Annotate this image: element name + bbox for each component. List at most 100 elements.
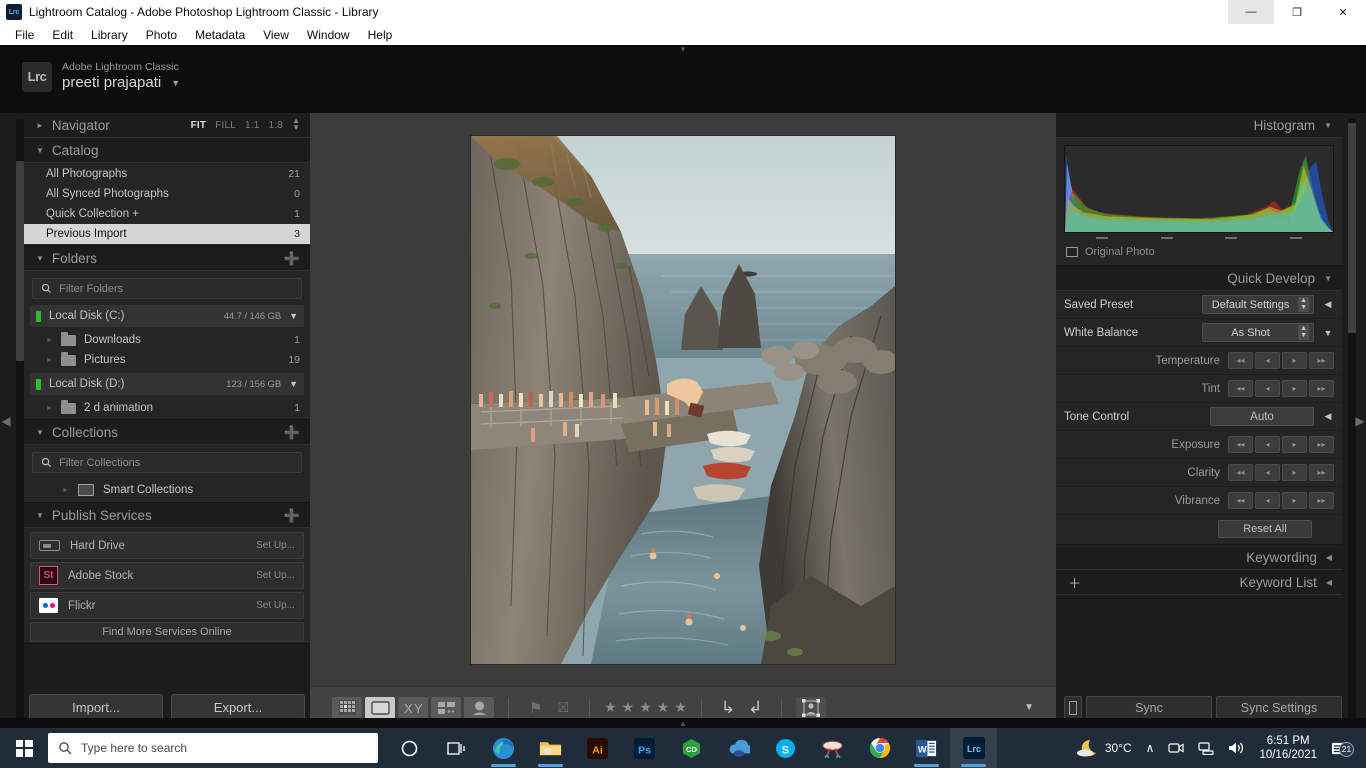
add-keyword-icon[interactable]: ＋ xyxy=(1056,573,1081,592)
keyword-list-header[interactable]: ＋ Keyword List ◀ xyxy=(1056,570,1342,595)
expand-triangle-icon[interactable]: ► xyxy=(46,357,53,364)
collapse-triangle-icon[interactable]: ▼ xyxy=(36,254,44,263)
notification-center-button[interactable]: 21 xyxy=(1325,741,1358,756)
compare-view-icon[interactable]: XY xyxy=(398,697,428,719)
folder-downloads[interactable]: ► Downloads 1 xyxy=(24,330,310,350)
rotate-right-icon[interactable]: ↳ xyxy=(716,698,740,718)
menu-photo[interactable]: Photo xyxy=(137,26,186,44)
expand-triangle-icon[interactable]: ► xyxy=(46,337,53,344)
edge-icon[interactable] xyxy=(480,728,527,768)
loupe-view-icon[interactable] xyxy=(365,697,395,719)
star-3[interactable]: ★ xyxy=(639,699,652,716)
zoom-fill[interactable]: FILL xyxy=(215,120,236,131)
checkbox-icon[interactable] xyxy=(1066,247,1078,257)
network-icon[interactable] xyxy=(1191,741,1221,755)
set-up-link[interactable]: Set Up... xyxy=(256,540,295,551)
sync-button[interactable]: Sync xyxy=(1086,696,1212,720)
flag-pick-icon[interactable]: ⚑ xyxy=(523,699,548,717)
catalog-item-quick-collection[interactable]: Quick Collection + 1 xyxy=(24,204,310,224)
vibrance-increase-large[interactable]: ▸▸ xyxy=(1309,492,1334,509)
cd-icon[interactable]: CD xyxy=(668,728,715,768)
exposure-decrease-large[interactable]: ◂◂ xyxy=(1228,436,1253,453)
loupe-photo[interactable] xyxy=(471,136,895,664)
menu-library[interactable]: Library xyxy=(82,26,137,44)
auto-sync-toggle[interactable] xyxy=(1064,696,1082,720)
white-balance-select[interactable]: As Shot ▲▼ xyxy=(1202,323,1314,342)
catalog-header[interactable]: ▼ Catalog xyxy=(24,138,310,163)
auto-tone-button[interactable]: Auto xyxy=(1210,407,1314,426)
folders-header[interactable]: ▼ Folders ➕ xyxy=(24,246,310,271)
grid-view-icon[interactable] xyxy=(332,697,362,719)
menu-file[interactable]: File xyxy=(6,26,43,44)
add-folder-icon[interactable]: ➕ xyxy=(284,252,300,265)
temperature-decrease-large[interactable]: ◂◂ xyxy=(1228,352,1253,369)
collections-header[interactable]: ▼ Collections ➕ xyxy=(24,420,310,445)
tint-decrease-small[interactable]: ◂ xyxy=(1255,380,1280,397)
menu-help[interactable]: Help xyxy=(359,26,402,44)
close-button[interactable]: ✕ xyxy=(1320,0,1366,24)
volume-local-disk-c[interactable]: Local Disk (C:) 44.7 / 146 GB ▼ xyxy=(30,305,304,327)
publish-service-flickr[interactable]: Flickr Set Up... xyxy=(30,592,304,619)
snipping-tool-icon[interactable] xyxy=(809,728,856,768)
folder-pictures[interactable]: ► Pictures 19 xyxy=(24,350,310,370)
top-panel-grabber[interactable]: ▾ xyxy=(670,46,696,53)
flag-reject-icon[interactable]: ☒ xyxy=(551,700,575,716)
find-more-services-link[interactable]: Find More Services Online xyxy=(30,622,304,642)
exposure-increase-large[interactable]: ▸▸ xyxy=(1309,436,1334,453)
zoom-1-1[interactable]: 1:1 xyxy=(245,120,260,131)
skype-icon[interactable]: S xyxy=(762,728,809,768)
menu-metadata[interactable]: Metadata xyxy=(186,26,254,44)
histogram-graph[interactable] xyxy=(1064,145,1334,233)
left-panel-scrollbar-thumb[interactable] xyxy=(16,161,24,361)
left-panel-flipper[interactable]: ◀ xyxy=(0,406,12,436)
start-button[interactable] xyxy=(0,728,48,768)
creative-cloud-icon[interactable] xyxy=(715,728,762,768)
export-button[interactable]: Export... xyxy=(171,694,305,720)
rotate-left-icon[interactable]: ↲ xyxy=(743,698,767,718)
add-publish-service-icon[interactable]: ➕ xyxy=(284,509,300,522)
original-photo-toggle[interactable]: Original Photo xyxy=(1064,241,1334,259)
publish-service-adobe-stock[interactable]: St Adobe Stock Set Up... xyxy=(30,562,304,589)
keywording-header[interactable]: Keywording ◀ xyxy=(1056,545,1342,570)
temperature-decrease-small[interactable]: ◂ xyxy=(1255,352,1280,369)
zoom-1-8[interactable]: 1:8 xyxy=(269,120,284,131)
publish-service-hard-drive[interactable]: Hard Drive Set Up... xyxy=(30,532,304,559)
star-5[interactable]: ★ xyxy=(674,699,687,716)
filmstrip-grabber[interactable]: ▴ xyxy=(0,718,1366,728)
expand-triangle-icon[interactable]: ► xyxy=(46,405,53,412)
star-1[interactable]: ★ xyxy=(604,699,617,716)
tint-increase-large[interactable]: ▸▸ xyxy=(1309,380,1334,397)
publish-services-header[interactable]: ▼ Publish Services ➕ xyxy=(24,503,310,528)
volume-icon[interactable] xyxy=(1221,741,1251,755)
clarity-decrease-large[interactable]: ◂◂ xyxy=(1228,464,1253,481)
minimize-button[interactable]: — xyxy=(1228,0,1274,24)
catalog-item-all-photographs[interactable]: All Photographs 21 xyxy=(24,164,310,184)
weather-widget[interactable]: 30°C xyxy=(1070,739,1139,757)
expand-triangle-icon[interactable]: ◀ xyxy=(1326,553,1332,562)
menu-window[interactable]: Window xyxy=(298,26,359,44)
exposure-decrease-small[interactable]: ◂ xyxy=(1255,436,1280,453)
catalog-item-previous-import[interactable]: Previous Import 3 xyxy=(24,224,310,244)
camera-icon[interactable] xyxy=(1161,741,1191,755)
collapse-triangle-icon[interactable]: ▼ xyxy=(36,511,44,520)
smart-collections-row[interactable]: ► Smart Collections xyxy=(24,479,310,501)
vibrance-decrease-small[interactable]: ◂ xyxy=(1255,492,1280,509)
exposure-increase-small[interactable]: ▸ xyxy=(1282,436,1307,453)
vibrance-increase-small[interactable]: ▸ xyxy=(1282,492,1307,509)
vibrance-decrease-large[interactable]: ◂◂ xyxy=(1228,492,1253,509)
saved-preset-select[interactable]: Default Settings ▲▼ xyxy=(1202,295,1314,314)
chevron-down-icon[interactable]: ▼ xyxy=(171,78,180,89)
chrome-icon[interactable] xyxy=(856,728,903,768)
add-collection-icon[interactable]: ➕ xyxy=(284,426,300,439)
taskbar-clock[interactable]: 6:51 PM 10/16/2021 xyxy=(1251,734,1325,763)
folder-2d-animation[interactable]: ► 2 d animation 1 xyxy=(24,398,310,418)
set-up-link[interactable]: Set Up... xyxy=(256,570,295,581)
tint-decrease-large[interactable]: ◂◂ xyxy=(1228,380,1253,397)
cortana-icon[interactable] xyxy=(386,728,433,768)
filter-folders-input[interactable]: Filter Folders xyxy=(32,278,302,299)
white-balance-expand-icon[interactable]: ▼ xyxy=(1322,328,1334,338)
expand-triangle-icon[interactable]: ► xyxy=(62,487,69,494)
expand-triangle-icon[interactable]: ► xyxy=(36,121,44,130)
temperature-increase-large[interactable]: ▸▸ xyxy=(1309,352,1334,369)
restore-button[interactable]: ❐ xyxy=(1274,0,1320,24)
